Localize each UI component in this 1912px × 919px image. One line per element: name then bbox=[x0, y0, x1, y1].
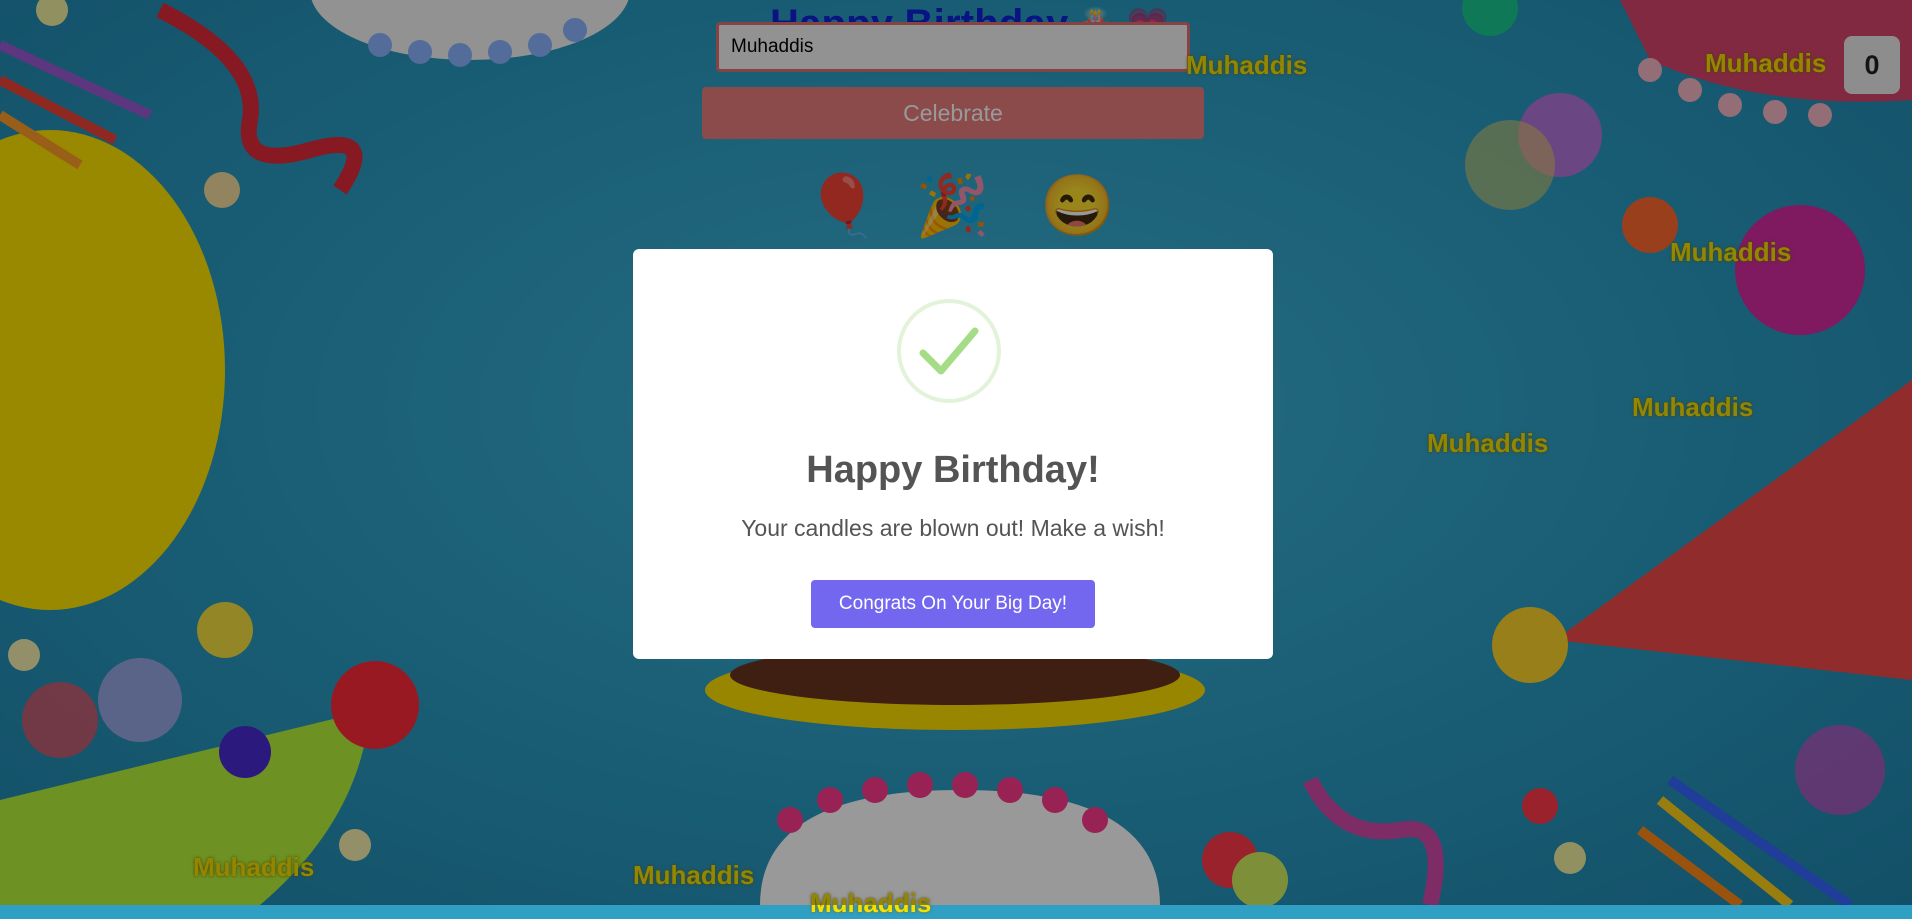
modal-message: Your candles are blown out! Make a wish! bbox=[741, 515, 1165, 541]
confirm-button[interactable]: Congrats On Your Big Day! bbox=[811, 580, 1095, 628]
modal-title: Happy Birthday! bbox=[806, 449, 1100, 491]
checkmark-icon bbox=[897, 299, 1001, 403]
success-modal: Happy Birthday! Your candles are blown o… bbox=[633, 249, 1273, 659]
